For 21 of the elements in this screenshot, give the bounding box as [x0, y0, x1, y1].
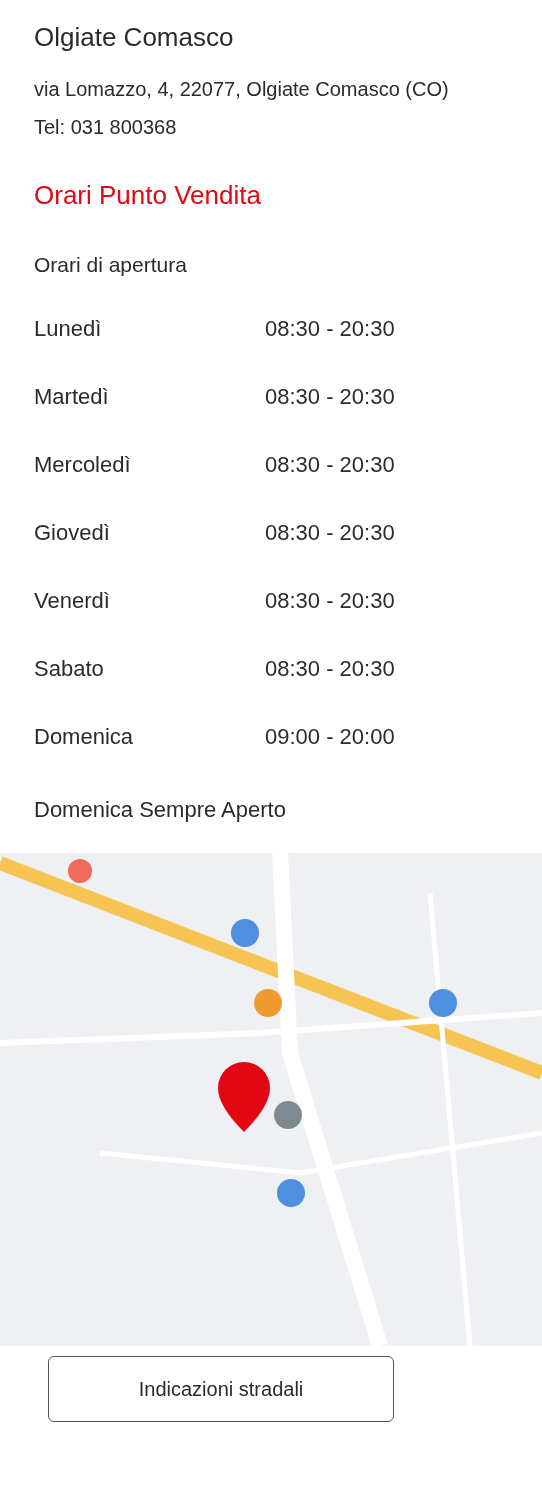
hours-value: 08:30 - 20:30	[265, 315, 395, 343]
day-label: Sabato	[34, 655, 105, 683]
day-label: Mercoledì	[34, 451, 132, 479]
hours-subheading: Orari di apertura	[34, 253, 187, 276]
day-label: Lunedì	[34, 315, 103, 343]
hours-value: 08:30 - 20:30	[265, 451, 395, 479]
store-phone: Tel: 031 800368	[34, 115, 177, 140]
hours-value: 08:30 - 20:30	[265, 655, 395, 683]
day-label: Domenica	[34, 723, 135, 751]
hours-note: Domenica Sempre Aperto	[34, 796, 286, 824]
day-label: Giovedì	[34, 519, 111, 547]
directions-button[interactable]: Indicazioni stradali	[48, 1355, 394, 1422]
store-address: via Lomazzo, 4, 22077, Olgiate Comasco (CO)	[34, 77, 449, 102]
hours-value: 08:30 - 20:30	[265, 587, 395, 615]
day-label: Venerdì	[34, 587, 111, 615]
hours-value: 08:30 - 20:30	[265, 519, 395, 547]
section-heading: Orari Punto Vendita	[33, 179, 261, 212]
day-label: Martedì	[34, 383, 110, 411]
store-name: Olgiate Comasco	[33, 21, 235, 54]
hours-value: 09:00 - 20:00	[265, 723, 395, 751]
hours-value: 08:30 - 20:30	[265, 383, 395, 411]
